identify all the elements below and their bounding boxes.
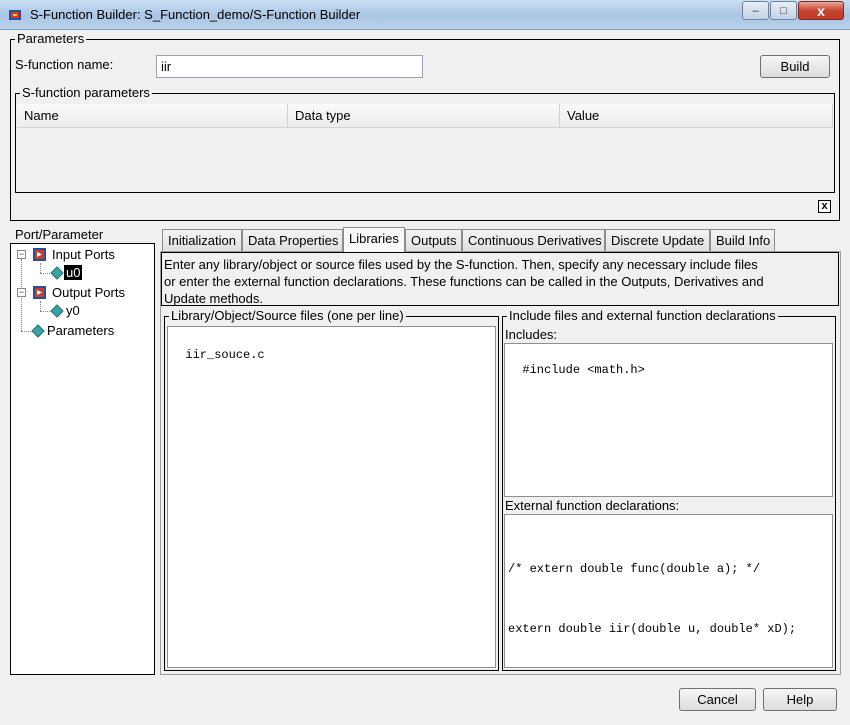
includes-content: #include <math.h> [522,363,645,377]
output-port-icon [50,304,64,318]
sfunction-parameters-table[interactable]: Name Data type Value [17,104,833,191]
close-button[interactable]: x [798,1,844,20]
column-header-data-type[interactable]: Data type [288,104,560,128]
external-declarations-textarea[interactable]: /* extern double func(double a); */ exte… [504,514,833,668]
output-ports-icon [33,286,46,299]
simulink-app-icon [9,10,21,20]
library-files-legend: Library/Object/Source files (one per lin… [169,308,406,324]
collapse-output-ports-icon[interactable]: − [17,288,26,297]
title-bar: S-Function Builder: S_Function_demo/S-Fu… [0,0,850,30]
port-parameter-legend: Port/Parameter [13,227,106,243]
tree-line [40,273,50,274]
build-button[interactable]: Build [760,55,830,78]
maximize-icon: □ [780,4,787,17]
external-declaration-line: extern double iir(double u, double* xD); [508,622,797,636]
external-declarations-label: External function declarations: [505,498,680,513]
parameters-legend: Parameters [15,31,87,47]
tree-item-u0[interactable]: u0 [64,265,83,280]
sfunction-name-input[interactable]: iir [156,55,423,78]
sfunction-parameters-legend: S-function parameters [20,85,152,101]
tree-item-output-ports[interactable]: Output Ports [52,285,125,300]
external-declaration-line: /* extern double func(double a); */ [508,562,761,576]
description-line: Update methods. [164,291,264,306]
tab-discrete-update[interactable]: Discrete Update [605,229,710,251]
tab-initialization[interactable]: Initialization [162,229,242,251]
port-parameter-tree[interactable] [10,243,155,675]
description-line: or enter the external function declarati… [164,274,764,289]
tab-data-properties[interactable]: Data Properties [242,229,343,251]
delete-parameter-button[interactable]: x [818,200,831,213]
library-files-textarea[interactable]: iir_souce.c [167,326,496,668]
minimize-button[interactable]: – [742,1,769,20]
tree-line [40,301,41,311]
sfunction-name-label: S-function name: [15,57,114,72]
tab-build-info[interactable]: Build Info [710,229,775,251]
include-files-legend: Include files and external function decl… [507,308,778,324]
delete-icon: x [821,200,828,212]
tab-continuous-derivatives[interactable]: Continuous Derivatives [462,229,605,251]
includes-textarea[interactable]: #include <math.h> [504,343,833,497]
libraries-description: Enter any library/object or source files… [161,252,839,306]
tree-item-y0[interactable]: y0 [66,303,80,318]
input-ports-icon [33,248,46,261]
maximize-button[interactable]: □ [770,1,797,20]
close-icon: x [817,2,825,19]
tab-libraries[interactable]: Libraries [343,227,405,252]
window-title: S-Function Builder: S_Function_demo/S-Fu… [30,7,361,22]
cancel-button[interactable]: Cancel [679,688,756,711]
minimize-icon: – [752,4,759,17]
collapse-input-ports-icon[interactable]: − [17,250,26,259]
tree-item-parameters[interactable]: Parameters [47,323,114,338]
tree-line [40,263,41,273]
tree-line [40,311,50,312]
description-line: Enter any library/object or source files… [164,257,758,272]
includes-label: Includes: [505,327,558,342]
window-controls: – □ x [741,1,844,20]
tree-line [21,331,31,332]
help-button[interactable]: Help [763,688,837,711]
input-port-icon [50,266,64,280]
library-files-content: iir_souce.c [185,348,265,362]
column-header-value[interactable]: Value [560,104,833,128]
column-header-name[interactable]: Name [17,104,288,128]
tree-item-input-ports[interactable]: Input Ports [52,247,115,262]
parameters-icon [31,324,45,338]
tab-outputs[interactable]: Outputs [405,229,462,251]
